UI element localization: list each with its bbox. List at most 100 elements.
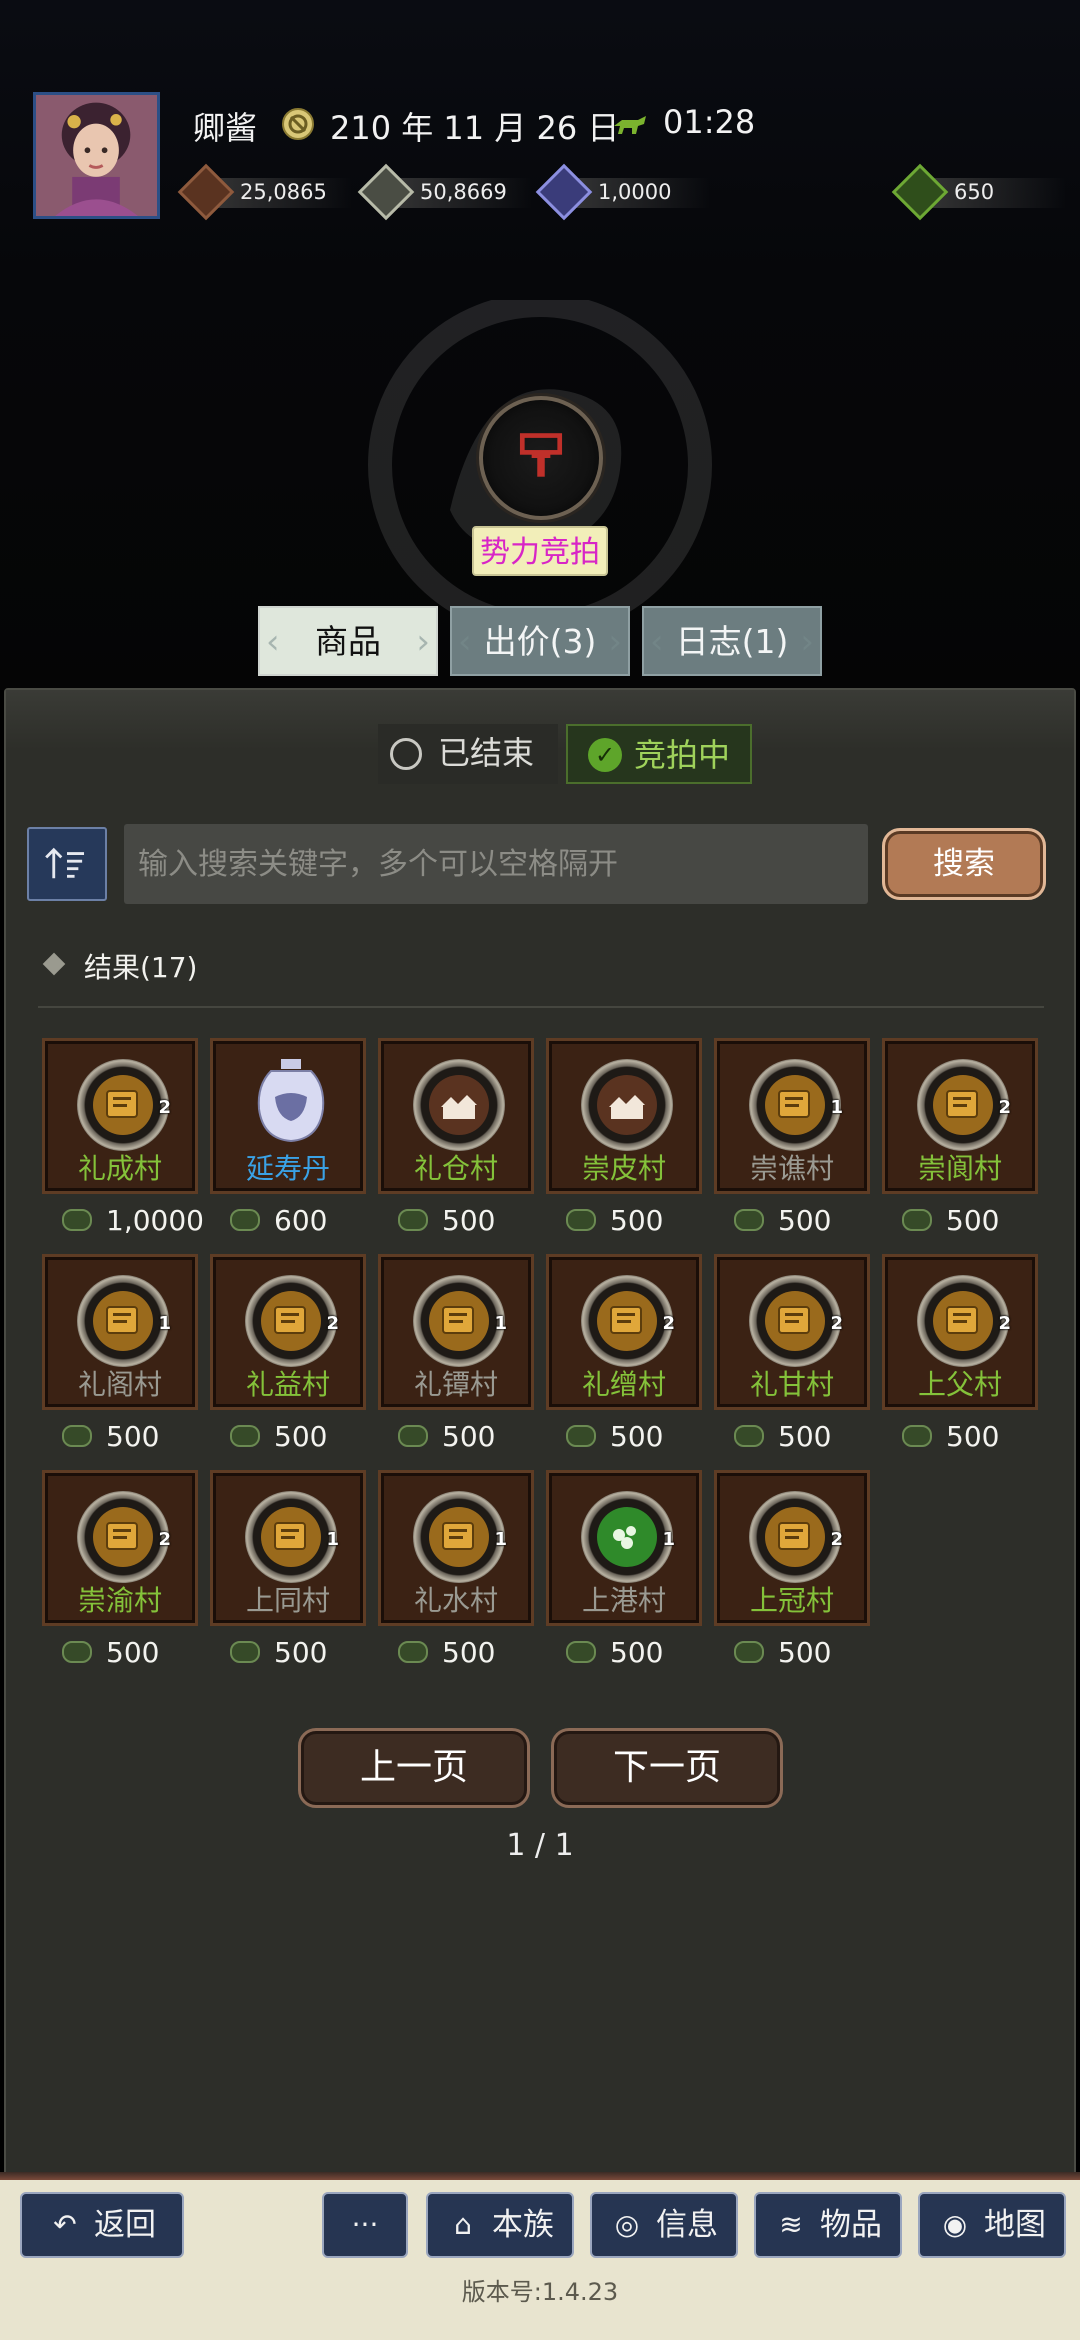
top-header: 卿酱 210 年 11 月 26 日 01:28 25,0865 50,8669…	[0, 0, 1080, 690]
chevron-right-icon: ›	[800, 622, 814, 662]
item-price: 500	[946, 1419, 1000, 1453]
filter-ended-label: 已结束	[438, 734, 535, 772]
auction-item[interactable]: 1 崇谯村	[714, 1038, 870, 1194]
item-level: 1	[158, 1313, 171, 1334]
auction-item[interactable]: 1 礼阁村	[42, 1254, 198, 1410]
village-deed-icon	[413, 1275, 505, 1367]
player-avatar[interactable]	[33, 92, 160, 219]
auction-item[interactable]: 延寿丹	[210, 1038, 366, 1194]
auction-item[interactable]: 1 礼镡村	[378, 1254, 534, 1410]
filter-ended[interactable]: 已结束	[378, 724, 558, 784]
auction-item[interactable]: 2 上冠村	[714, 1470, 870, 1626]
auction-item[interactable]: 2 礼甘村	[714, 1254, 870, 1410]
horse-icon	[614, 116, 646, 134]
item-price: 500	[610, 1635, 664, 1669]
sort-button[interactable]	[27, 827, 107, 901]
filter-bidding[interactable]: ✓ 竞拍中	[566, 724, 752, 784]
check-circle-icon: ✓	[588, 738, 622, 772]
auction-item[interactable]: 1 上港村	[546, 1470, 702, 1626]
coin-icon	[398, 1641, 428, 1663]
items-icon: ≋	[779, 2208, 803, 2241]
village-houses-icon	[581, 1059, 673, 1151]
nav-map-button[interactable]: ◉ 地图	[918, 2192, 1066, 2258]
item-price-row: 500	[902, 1202, 999, 1238]
resource-silver: 50,8669	[357, 163, 532, 221]
nav-more-button[interactable]: ···	[322, 2192, 408, 2258]
item-price: 500	[442, 1419, 496, 1453]
page-indicator: 1 / 1	[506, 1828, 574, 1863]
item-name: 礼仓村	[413, 1152, 498, 1185]
tab-goods[interactable]: ‹ 商品 ›	[258, 606, 438, 676]
search-button[interactable]: 搜索	[882, 828, 1046, 900]
village-deed-icon	[77, 1275, 169, 1367]
prev-page-button[interactable]: 上一页	[298, 1728, 530, 1808]
radio-unchecked-icon	[390, 738, 422, 770]
auction-item[interactable]: 1 上同村	[210, 1470, 366, 1626]
auction-item[interactable]: 崇皮村	[546, 1038, 702, 1194]
auction-item[interactable]: 2 上父村	[882, 1254, 1038, 1410]
copper-value: 25,0865	[240, 180, 327, 204]
item-price-row: 500	[566, 1418, 663, 1454]
item-price-row: 500	[62, 1418, 159, 1454]
item-price-row: 600	[230, 1202, 327, 1238]
auction-item[interactable]: 礼仓村	[378, 1038, 534, 1194]
item-price-row: 500	[902, 1418, 999, 1454]
next-page-button[interactable]: 下一页	[551, 1728, 783, 1808]
nav-message-button[interactable]: ◎ 信息	[590, 2192, 738, 2258]
item-price-row: 500	[734, 1634, 831, 1670]
item-name: 崇皮村	[581, 1152, 666, 1185]
auction-item[interactable]: 2 崇阆村	[882, 1038, 1038, 1194]
more-icon: ···	[351, 2208, 379, 2241]
item-name: 上冠村	[749, 1584, 834, 1617]
game-date: 210 年 11 月 26 日	[330, 109, 620, 147]
search-input[interactable]	[124, 824, 868, 904]
item-level: 2	[158, 1529, 171, 1550]
item-level: 2	[830, 1529, 843, 1550]
portrait-image	[36, 95, 157, 216]
calendar-icon	[282, 108, 314, 140]
item-name: 上父村	[917, 1368, 1002, 1401]
item-level: 2	[998, 1097, 1011, 1118]
nav-clan-button[interactable]: ⌂ 本族	[426, 2192, 574, 2258]
village-deed-icon	[77, 1491, 169, 1583]
nav-label: 地图	[984, 2207, 1046, 2243]
coin-icon	[398, 1425, 428, 1447]
coin-icon	[62, 1209, 92, 1231]
longevity-pill-jar-icon	[257, 1059, 325, 1143]
item-price: 500	[274, 1635, 328, 1669]
coin-icon	[62, 1425, 92, 1447]
item-level: 1	[326, 1529, 339, 1550]
auction-item[interactable]: 2 崇渝村	[42, 1470, 198, 1626]
version-label: 版本号:1.4.23	[461, 2278, 619, 2306]
item-level: 2	[326, 1313, 339, 1334]
nav-items-button[interactable]: ≋ 物品	[754, 2192, 902, 2258]
nav-label: 本族	[492, 2207, 554, 2243]
provisions-value: 650	[954, 180, 995, 204]
chevron-left-icon: ‹	[266, 622, 280, 662]
item-price: 500	[778, 1635, 832, 1669]
village-deed-icon	[749, 1491, 841, 1583]
chevron-left-icon: ‹	[650, 622, 664, 662]
tab-bids[interactable]: ‹ 出价(3) ›	[450, 606, 630, 676]
item-price: 500	[610, 1203, 664, 1237]
game-time: 01:28	[663, 103, 756, 141]
auction-item[interactable]: 1 礼水村	[378, 1470, 534, 1626]
item-price: 500	[946, 1203, 1000, 1237]
manpower-value: 1,0000	[598, 180, 672, 204]
auction-item[interactable]: 2 礼缯村	[546, 1254, 702, 1410]
player-name: 卿酱	[193, 109, 258, 147]
coin-icon	[230, 1641, 260, 1663]
auction-item[interactable]: 2 礼益村	[210, 1254, 366, 1410]
copper-coin-icon	[177, 163, 235, 221]
item-level: 2	[998, 1313, 1011, 1334]
nav-return-button[interactable]: ↶ 返回	[20, 2192, 184, 2258]
item-level: 2	[830, 1313, 843, 1334]
auction-item[interactable]: 2 礼成村	[42, 1038, 198, 1194]
coin-icon	[566, 1425, 596, 1447]
tab-log[interactable]: ‹ 日志(1) ›	[642, 606, 822, 676]
coin-icon	[902, 1425, 932, 1447]
coin-icon	[62, 1641, 92, 1663]
item-price-row: 500	[230, 1418, 327, 1454]
coin-icon	[566, 1209, 596, 1231]
item-name: 崇渝村	[77, 1584, 162, 1617]
